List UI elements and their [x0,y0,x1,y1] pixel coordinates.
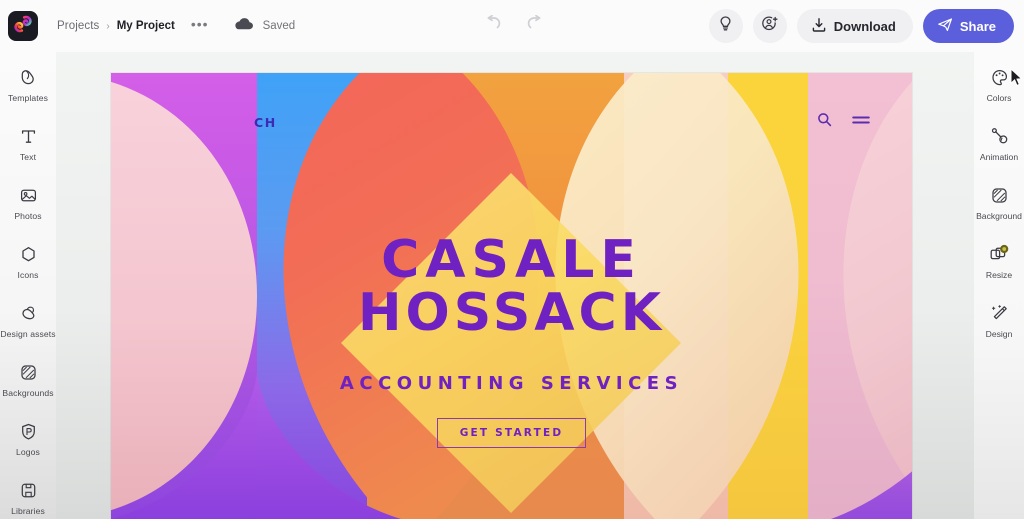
ideas-button[interactable] [708,9,743,43]
sidebar-item-libraries[interactable]: Libraries [0,479,56,516]
save-status: Saved [233,16,296,36]
lightbulb-icon [717,15,734,37]
canvas-title-line1: CASALE [381,230,642,290]
canvas-logo-mark: CH [254,115,277,130]
sidebar-item-icons[interactable]: Icons [0,243,56,280]
breadcrumb-current-project[interactable]: My Project [117,20,175,32]
design-assets-icon [19,302,38,324]
sidebar-item-resize[interactable]: Resize [974,243,1024,280]
sidebar-item-text[interactable]: Text [0,125,56,162]
mouse-pointer-icon [1010,67,1023,92]
invite-collaborator-button[interactable] [752,9,787,43]
get-started-button[interactable]: GET STARTED [436,418,587,448]
sidebar-item-label: Background [976,211,1022,221]
sidebar-item-backgrounds[interactable]: Backgrounds [0,361,56,398]
sidebar-item-photos[interactable]: Photos [0,184,56,221]
canvas-nav [817,112,870,132]
sidebar-item-label: Text [19,152,37,162]
sidebar-item-label: Photos [14,211,42,221]
sidebar-item-label: Backgrounds [2,388,54,398]
share-button-label: Share [959,18,996,34]
text-t-icon [19,125,38,147]
undo-button[interactable] [482,14,504,36]
sidebar-item-design-assets[interactable]: Design assets [0,302,56,339]
sidebar-item-label: Resize [985,270,1013,280]
photo-image-icon [19,184,38,206]
sidebar-item-animation[interactable]: Animation [974,125,1024,162]
animation-icon [990,125,1009,147]
search-magnifier-icon[interactable] [817,112,832,132]
project-more-options-button[interactable]: ••• [191,17,209,33]
download-button-label: Download [833,18,896,34]
canvas-workspace[interactable]: CH CASALE HOSSACK ACCOUNTING SERVICES GE… [56,52,974,519]
sidebar-item-background[interactable]: Background [974,184,1024,221]
canvas-subtitle: ACCOUNTING SERVICES [339,373,684,394]
cloud-icon [233,16,254,36]
sidebar-item-label: Templates [7,93,49,103]
sidebar-item-label: Icons [17,270,39,280]
app-logo-button[interactable] [8,11,38,41]
sidebar-item-templates[interactable]: Templates [0,66,56,103]
color-palette-icon [990,66,1009,88]
share-button[interactable]: Share [922,9,1014,43]
adobe-express-logo-icon [13,14,33,39]
hamburger-menu-icon[interactable] [852,113,870,131]
history-controls [482,14,545,36]
paper-plane-icon [937,17,953,36]
sidebar-item-label: Design assets [0,329,56,339]
templates-icon [19,66,38,88]
sidebar-item-label: Animation [979,152,1019,162]
left-sidebar: Templates Text Photos Icons Design asset… [0,52,56,519]
download-tray-icon [811,17,827,36]
breadcrumb: Projects › My Project ••• [57,17,209,33]
logo-shield-icon [19,420,38,442]
sidebar-item-label: Libraries [11,506,45,516]
top-toolbar: Projects › My Project ••• Saved Download… [0,0,1024,52]
add-collaborator-icon [761,15,779,38]
hexagon-icon [19,243,38,265]
sidebar-item-design[interactable]: Design [974,302,1024,339]
app-root: Projects › My Project ••• Saved Download… [0,0,1024,519]
magic-wand-icon [990,302,1009,324]
redo-arrow-icon [526,14,543,35]
redo-button[interactable] [523,14,545,36]
sidebar-item-label: Design [985,329,1013,339]
canvas-title-line2: HOSSACK [358,283,665,343]
sidebar-item-logos[interactable]: Logos [0,420,56,457]
library-save-icon [19,479,38,501]
background-hatch-icon [990,184,1009,206]
right-sidebar: Colors Animation Background Resize Desig… [974,52,1024,519]
undo-arrow-icon [485,14,502,35]
save-status-label: Saved [262,20,296,32]
design-canvas[interactable]: CH CASALE HOSSACK ACCOUNTING SERVICES GE… [111,73,912,519]
sidebar-item-label: Colors [986,93,1012,103]
top-toolbar-actions: Download Share [708,9,1014,43]
resize-icon [989,243,1010,265]
download-button[interactable]: Download [796,9,913,43]
backgrounds-hatch-icon [19,361,38,383]
breadcrumb-separator-icon: › [106,20,110,32]
sidebar-item-label: Logos [16,447,40,457]
canvas-cta-wrapper: GET STARTED [111,418,912,448]
breadcrumb-projects-link[interactable]: Projects [57,20,99,32]
canvas-title: CASALE HOSSACK [111,230,912,343]
